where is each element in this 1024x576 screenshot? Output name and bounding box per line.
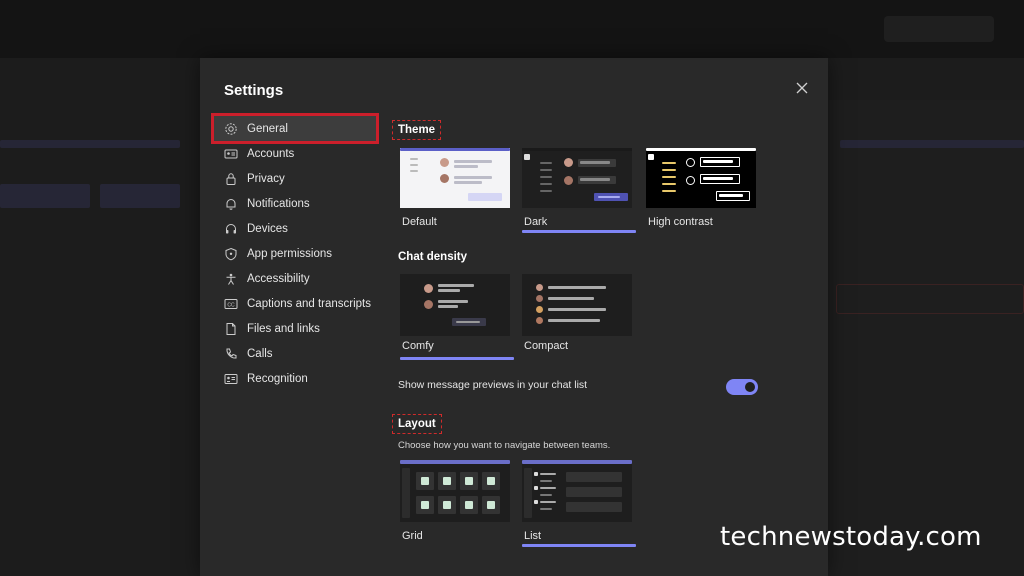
nav-item-label: Notifications xyxy=(247,197,310,210)
bell-icon xyxy=(224,197,238,211)
background-profile-chip xyxy=(884,16,994,42)
layout-heading: Layout xyxy=(392,414,442,434)
close-icon xyxy=(796,82,808,94)
nav-item-captions[interactable]: CC Captions and transcripts xyxy=(214,291,376,316)
theme-option-high-contrast[interactable]: High contrast xyxy=(646,148,760,234)
recognition-icon xyxy=(224,372,238,386)
chat-density-heading: Chat density xyxy=(398,251,468,263)
density-compact-preview xyxy=(522,274,632,336)
selected-indicator xyxy=(400,357,514,360)
theme-high-contrast-preview xyxy=(646,148,756,208)
headset-icon xyxy=(224,222,238,236)
theme-option-label: High contrast xyxy=(648,216,713,228)
background-accent-box xyxy=(836,284,1024,314)
nav-item-accounts[interactable]: Accounts xyxy=(214,141,376,166)
theme-dark-preview xyxy=(522,148,632,208)
nav-item-accessibility[interactable]: Accessibility xyxy=(214,266,376,291)
nav-item-privacy[interactable]: Privacy xyxy=(214,166,376,191)
density-option-comfy[interactable]: Comfy xyxy=(400,274,514,362)
layout-option-grid[interactable]: Grid xyxy=(400,460,514,548)
nav-item-label: Calls xyxy=(247,347,273,360)
density-comfy-preview xyxy=(400,274,510,336)
site-watermark: technewstoday.com xyxy=(720,522,982,552)
id-card-icon xyxy=(224,147,238,161)
nav-item-devices[interactable]: Devices xyxy=(214,216,376,241)
nav-item-label: Files and links xyxy=(247,322,320,335)
layout-description: Choose how you want to navigate between … xyxy=(398,440,611,451)
lock-icon xyxy=(224,172,238,186)
message-previews-toggle[interactable] xyxy=(726,379,758,395)
nav-item-label: Accounts xyxy=(247,147,295,160)
shield-icon xyxy=(224,247,238,261)
nav-item-label: Accessibility xyxy=(247,272,310,285)
selected-indicator xyxy=(522,230,636,233)
cc-icon: CC xyxy=(224,297,238,311)
nav-item-app-permissions[interactable]: App permissions xyxy=(214,241,376,266)
background-blur-block xyxy=(0,184,90,208)
nav-item-label: App permissions xyxy=(247,247,333,260)
selected-indicator xyxy=(522,544,636,547)
density-option-compact[interactable]: Compact xyxy=(522,274,636,362)
theme-option-dark[interactable]: Dark xyxy=(522,148,636,234)
file-icon xyxy=(224,322,238,336)
theme-default-preview xyxy=(400,148,510,208)
message-previews-label: Show message previews in your chat list xyxy=(398,379,588,391)
background-blur-line xyxy=(0,140,180,148)
layout-grid-preview xyxy=(400,460,510,522)
nav-item-label: Privacy xyxy=(247,172,285,185)
background-title-bar xyxy=(0,0,1024,58)
density-option-label: Compact xyxy=(524,340,569,352)
background-right-pane xyxy=(828,100,1024,576)
density-option-label: Comfy xyxy=(402,340,434,352)
layout-option-label: List xyxy=(524,530,542,542)
phone-icon xyxy=(224,347,238,361)
theme-option-label: Dark xyxy=(524,216,548,228)
nav-item-label: Recognition xyxy=(247,372,308,385)
nav-item-label: Devices xyxy=(247,222,288,235)
layout-list-preview xyxy=(522,460,632,522)
svg-text:CC: CC xyxy=(227,302,235,308)
nav-item-label: General xyxy=(247,122,288,135)
theme-option-label: Default xyxy=(402,216,437,228)
background-blur-line xyxy=(840,140,1024,148)
nav-item-general[interactable]: General xyxy=(211,113,379,144)
nav-item-notifications[interactable]: Notifications xyxy=(214,191,376,216)
layout-option-label: Grid xyxy=(402,530,423,542)
nav-item-calls[interactable]: Calls xyxy=(214,341,376,366)
nav-item-label: Captions and transcripts xyxy=(247,297,372,310)
nav-item-recognition[interactable]: Recognition xyxy=(214,366,376,391)
background-blur-block xyxy=(100,184,180,208)
nav-item-files-links[interactable]: Files and links xyxy=(214,316,376,341)
layout-option-list[interactable]: List xyxy=(522,460,636,548)
theme-heading: Theme xyxy=(392,120,442,140)
close-button[interactable] xyxy=(792,78,812,98)
dialog-title: Settings xyxy=(224,82,284,99)
theme-option-default[interactable]: Default xyxy=(400,148,514,234)
toggle-knob xyxy=(745,382,755,392)
settings-dialog: Settings General Accounts Privacy Notifi… xyxy=(200,58,828,576)
gear-icon xyxy=(224,122,238,136)
accessibility-icon xyxy=(224,272,238,286)
